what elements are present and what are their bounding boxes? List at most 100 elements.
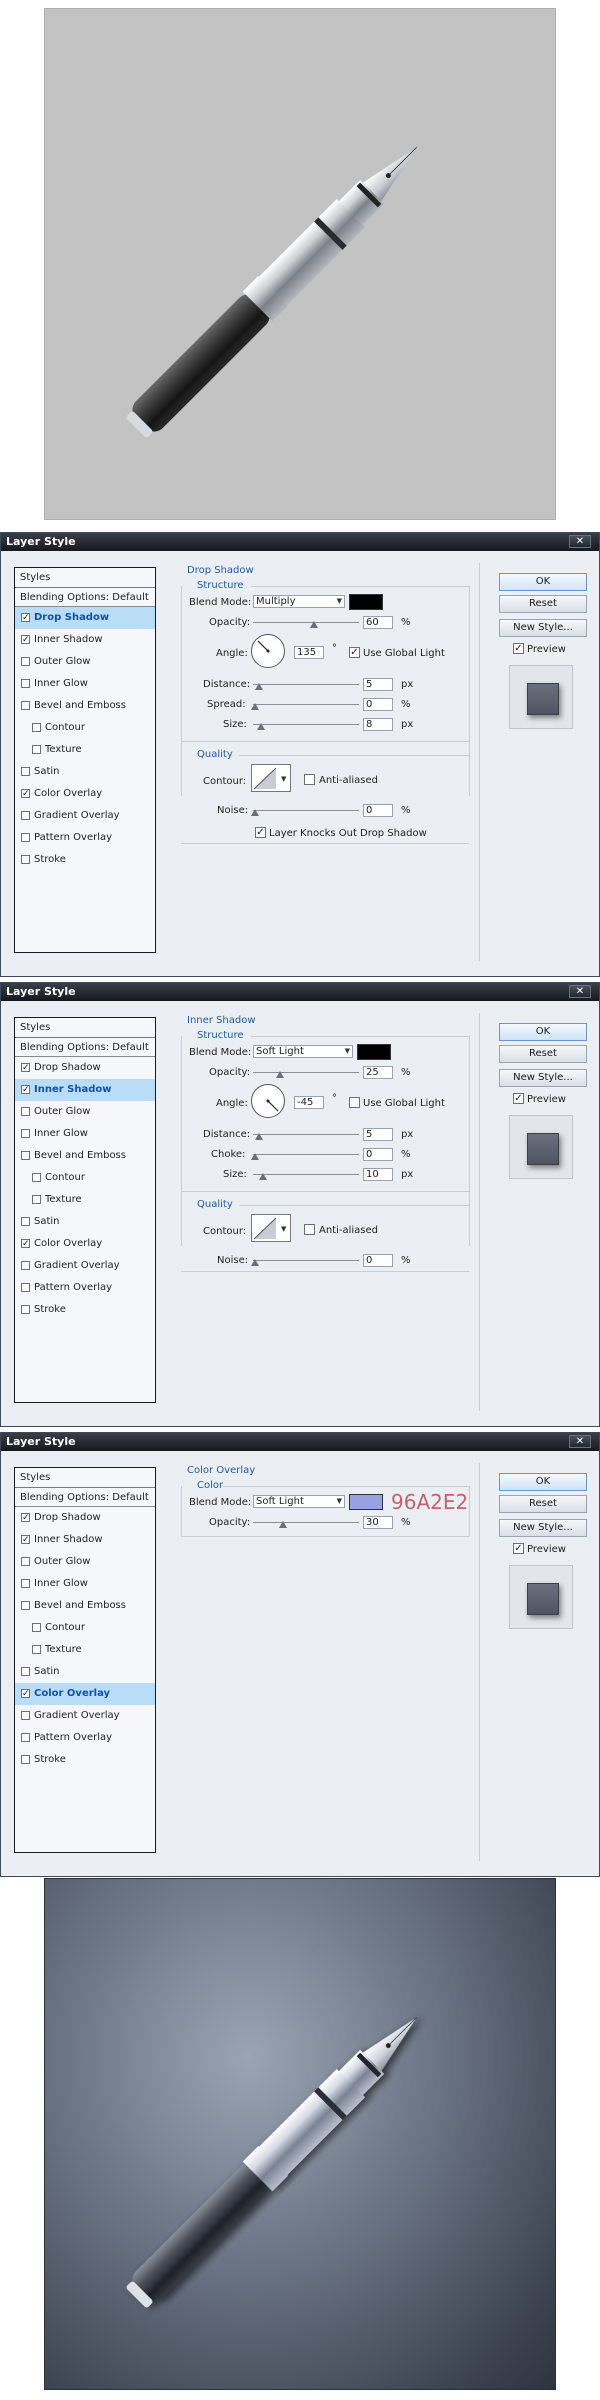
close-button[interactable]: ✕ — [569, 985, 591, 998]
contour-picker[interactable]: ▼ — [251, 764, 291, 792]
style-checkbox[interactable] — [21, 1217, 30, 1226]
style-item-color-overlay[interactable]: ✓ Color Overlay — [15, 1683, 155, 1705]
style-checkbox[interactable] — [21, 855, 30, 864]
style-item-pattern-overlay[interactable]: Pattern Overlay — [15, 1277, 155, 1299]
style-checkbox[interactable] — [21, 1151, 30, 1160]
style-checkbox[interactable] — [21, 701, 30, 710]
style-item-inner-glow[interactable]: Inner Glow — [15, 1573, 155, 1595]
style-item-bevel-and-emboss[interactable]: Bevel and Emboss — [15, 1145, 155, 1167]
style-item-color-overlay[interactable]: ✓ Color Overlay — [15, 783, 155, 805]
new-style-button[interactable]: New Style... — [499, 1069, 587, 1087]
style-checkbox[interactable] — [21, 1261, 30, 1270]
spread-slider-thumb[interactable] — [251, 703, 259, 710]
new-style-button[interactable]: New Style... — [499, 619, 587, 637]
style-item-outer-glow[interactable]: Outer Glow — [15, 1101, 155, 1123]
distance-input[interactable]: 5 — [363, 1128, 393, 1141]
style-checkbox[interactable] — [21, 1711, 30, 1720]
style-checkbox[interactable]: ✓ — [21, 789, 30, 799]
blending-options-item[interactable]: Blending Options: Default — [15, 1488, 155, 1507]
style-checkbox[interactable] — [32, 745, 41, 754]
style-item-contour[interactable]: Contour — [15, 1167, 155, 1189]
shadow-color-swatch[interactable] — [357, 1044, 391, 1060]
style-item-color-overlay[interactable]: ✓ Color Overlay — [15, 1233, 155, 1255]
opacity-slider-track[interactable] — [253, 1522, 359, 1523]
style-checkbox[interactable] — [32, 1623, 41, 1632]
style-item-inner-shadow[interactable]: ✓ Inner Shadow — [15, 629, 155, 651]
blend-mode-select[interactable]: Soft Light ▼ — [253, 1495, 345, 1508]
overlay-color-swatch[interactable] — [349, 1494, 383, 1510]
choke-input[interactable]: 0 — [363, 1148, 393, 1161]
style-checkbox[interactable] — [21, 1755, 30, 1764]
blend-mode-select[interactable]: Soft Light ▼ — [253, 1045, 353, 1058]
style-checkbox[interactable]: ✓ — [21, 1513, 30, 1523]
style-item-gradient-overlay[interactable]: Gradient Overlay — [15, 1705, 155, 1727]
style-item-drop-shadow[interactable]: ✓ Drop Shadow — [15, 1507, 155, 1529]
use-global-light-checkbox[interactable]: ✓ — [349, 647, 360, 658]
style-checkbox[interactable] — [32, 1173, 41, 1182]
styles-header[interactable]: Styles — [15, 1018, 155, 1038]
noise-slider-track[interactable] — [253, 810, 359, 811]
anti-aliased-checkbox[interactable] — [304, 774, 315, 785]
style-checkbox[interactable]: ✓ — [21, 1085, 30, 1095]
opacity-input[interactable]: 30 — [363, 1516, 393, 1529]
noise-slider-thumb[interactable] — [251, 809, 259, 816]
style-checkbox[interactable] — [21, 1283, 30, 1292]
style-checkbox[interactable]: ✓ — [21, 1239, 30, 1249]
noise-input[interactable]: 0 — [363, 1254, 393, 1267]
choke-slider-thumb[interactable] — [251, 1153, 259, 1160]
style-item-contour[interactable]: Contour — [15, 717, 155, 739]
opacity-slider-track[interactable] — [253, 1072, 359, 1073]
opacity-slider-thumb[interactable] — [276, 1071, 284, 1078]
style-item-drop-shadow[interactable]: ✓ Drop Shadow — [15, 1057, 155, 1079]
style-checkbox[interactable] — [21, 679, 30, 688]
opacity-slider-thumb[interactable] — [279, 1521, 287, 1528]
style-checkbox[interactable] — [32, 723, 41, 732]
noise-input[interactable]: 0 — [363, 804, 393, 817]
style-item-bevel-and-emboss[interactable]: Bevel and Emboss — [15, 1595, 155, 1617]
distance-slider-track[interactable] — [253, 684, 359, 685]
style-item-texture[interactable]: Texture — [15, 1639, 155, 1661]
angle-dial[interactable] — [251, 1084, 285, 1118]
style-checkbox[interactable] — [21, 811, 30, 820]
style-item-stroke[interactable]: Stroke — [15, 849, 155, 871]
style-item-texture[interactable]: Texture — [15, 739, 155, 761]
knockout-checkbox[interactable]: ✓ — [255, 827, 266, 838]
close-button[interactable]: ✕ — [569, 535, 591, 548]
styles-header[interactable]: Styles — [15, 568, 155, 588]
style-item-inner-glow[interactable]: Inner Glow — [15, 1123, 155, 1145]
style-checkbox[interactable]: ✓ — [21, 1689, 30, 1699]
opacity-input[interactable]: 25 — [363, 1066, 393, 1079]
style-checkbox[interactable] — [21, 767, 30, 776]
size-slider-track[interactable] — [253, 1174, 359, 1175]
blend-mode-select[interactable]: Multiply ▼ — [253, 595, 345, 608]
style-item-inner-shadow[interactable]: ✓ Inner Shadow — [15, 1529, 155, 1551]
style-checkbox[interactable]: ✓ — [21, 635, 30, 645]
noise-slider-thumb[interactable] — [251, 1259, 259, 1266]
style-item-satin[interactable]: Satin — [15, 1661, 155, 1683]
style-checkbox[interactable] — [21, 1601, 30, 1610]
style-item-outer-glow[interactable]: Outer Glow — [15, 651, 155, 673]
ok-button[interactable]: OK — [499, 573, 587, 591]
new-style-button[interactable]: New Style... — [499, 1519, 587, 1537]
size-slider-thumb[interactable] — [259, 1173, 267, 1180]
style-checkbox[interactable] — [21, 657, 30, 666]
angle-dial[interactable] — [251, 634, 285, 668]
style-checkbox[interactable] — [21, 1129, 30, 1138]
styles-header[interactable]: Styles — [15, 1468, 155, 1488]
style-item-gradient-overlay[interactable]: Gradient Overlay — [15, 1255, 155, 1277]
shadow-color-swatch[interactable] — [349, 594, 383, 610]
preview-checkbox[interactable]: ✓ — [513, 1093, 524, 1104]
style-checkbox[interactable] — [21, 833, 30, 842]
style-checkbox[interactable] — [21, 1667, 30, 1676]
style-checkbox[interactable] — [21, 1305, 30, 1314]
preview-checkbox[interactable]: ✓ — [513, 643, 524, 654]
size-slider-thumb[interactable] — [257, 723, 265, 730]
style-item-drop-shadow[interactable]: ✓ Drop Shadow — [15, 607, 155, 629]
opacity-input[interactable]: 60 — [363, 616, 393, 629]
distance-slider-thumb[interactable] — [255, 1133, 263, 1140]
spread-input[interactable]: 0 — [363, 698, 393, 711]
style-checkbox[interactable] — [32, 1195, 41, 1204]
ok-button[interactable]: OK — [499, 1023, 587, 1041]
anti-aliased-checkbox[interactable] — [304, 1224, 315, 1235]
size-slider-track[interactable] — [253, 724, 359, 725]
